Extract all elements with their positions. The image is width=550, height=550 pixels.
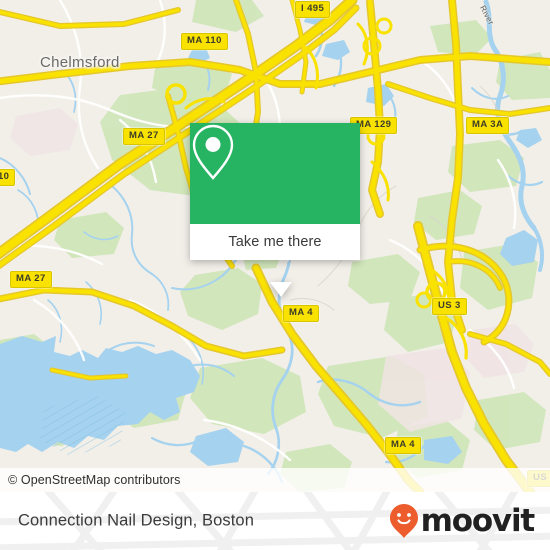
poi-name-label: Connection Nail Design, Boston (18, 511, 254, 530)
osm-attribution-text[interactable]: © OpenStreetMap contributors (8, 473, 181, 487)
place-label-chelmsford: Chelmsford (40, 54, 120, 71)
moovit-brand[interactable]: moovit (389, 502, 536, 539)
shield-ma-27-upper[interactable]: MA 27 (123, 128, 165, 145)
map-attribution-bar: © OpenStreetMap contributors (0, 468, 550, 492)
shield-i-495[interactable]: I 495 (295, 1, 331, 18)
popup-action-area[interactable]: Take me there (190, 224, 360, 260)
map-screenshot: Chelmsford River I 495 MA 110 MA 27 MA 1… (0, 0, 550, 550)
map-pin-icon (192, 124, 234, 180)
shield-ma-4-upper[interactable]: MA 4 (283, 305, 319, 322)
popup-photo-area (190, 123, 360, 224)
take-me-there-label: Take me there (228, 234, 322, 250)
shield-ma-3a[interactable]: MA 3A (466, 117, 510, 134)
shield-ma-110-edge[interactable]: 10 (0, 169, 16, 186)
moovit-wordmark: moovit (420, 502, 536, 539)
shield-ma-110[interactable]: MA 110 (181, 33, 228, 50)
moovit-smiley-pin-logo (389, 504, 418, 538)
footer-bar: Connection Nail Design, Boston moovit (0, 492, 550, 550)
shield-ma-4-lower[interactable]: MA 4 (385, 437, 421, 454)
location-popup-card[interactable]: Take me there (190, 123, 360, 297)
shield-us-3-upper[interactable]: US 3 (432, 298, 467, 315)
popup-pointer-tail (270, 282, 292, 297)
shield-ma-27-lower[interactable]: MA 27 (10, 271, 52, 288)
map-canvas[interactable]: Chelmsford River I 495 MA 110 MA 27 MA 1… (0, 0, 550, 492)
